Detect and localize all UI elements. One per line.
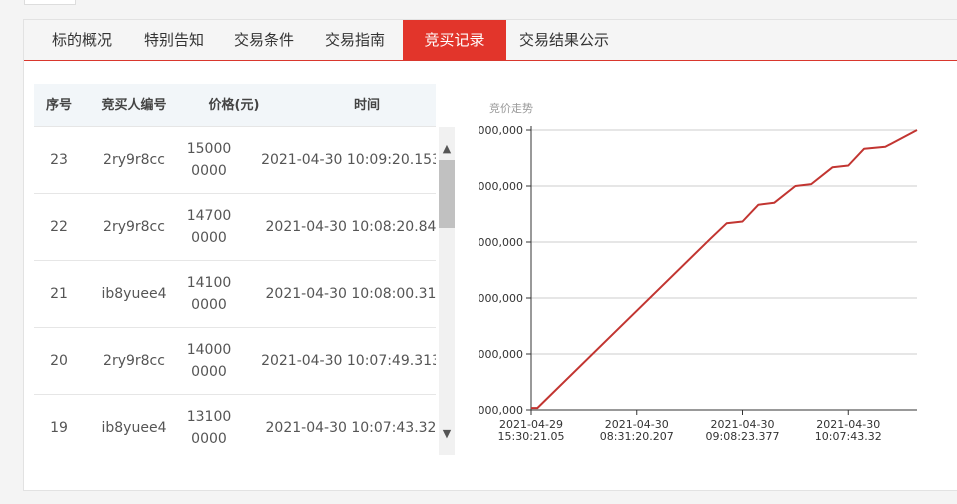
tab-trade-result[interactable]: 交易结果公示 bbox=[519, 20, 609, 60]
y-tick-label: 30,000,000 bbox=[479, 348, 523, 361]
cell-price: 141000000 bbox=[186, 275, 232, 313]
cell-no: 21 bbox=[50, 286, 68, 302]
y-tick-label: 60,000,000 bbox=[479, 292, 523, 305]
scroll-down-arrow-icon[interactable]: ▼ bbox=[439, 426, 455, 442]
y-tick-label: 1,000,000 bbox=[479, 404, 523, 417]
y-tick-label: 90,000,000 bbox=[479, 236, 523, 249]
y-tick-label: 150,000,000 bbox=[479, 124, 523, 137]
cell-price: 150000000 bbox=[186, 141, 232, 179]
x-tick-label: 10:07:43.32 bbox=[815, 430, 882, 443]
cell-no: 23 bbox=[50, 152, 68, 168]
bid-records-table: 序号 竞买人编号 价格(元) 时间 23 2ry9r8cc 150000000 … bbox=[34, 84, 455, 455]
cell-bidder: ib8yuee4 bbox=[101, 286, 167, 302]
series-line bbox=[531, 129, 918, 410]
tab-overview[interactable]: 标的概况 bbox=[52, 20, 112, 60]
cell-bidder: 2ry9r8cc bbox=[103, 353, 165, 369]
bid-trend-svg: 竞价走势 150,000,000 120,000,000 90,000,000 60,0… bbox=[453, 101, 918, 443]
cell-time: 2021-04-30 10:08:00.31 bbox=[265, 286, 436, 302]
table-row: 22 2ry9r8cc 147000000 2021-04-30 10:08:2… bbox=[34, 194, 436, 261]
y-tick-label: 120,000,000 bbox=[479, 180, 523, 193]
col-header-price: 价格(元) bbox=[208, 98, 260, 113]
cell-price: 140000000 bbox=[186, 342, 232, 380]
cell-bidder: 2ry9r8cc bbox=[103, 152, 165, 168]
cell-time: 2021-04-30 10:09:20.153 bbox=[261, 152, 436, 168]
scroll-up-arrow-icon[interactable]: ▲ bbox=[439, 141, 455, 157]
table-scrollbar[interactable]: ▲ ▼ bbox=[439, 127, 455, 455]
top-tab-stub bbox=[24, 0, 76, 5]
scrollbar-thumb[interactable] bbox=[439, 160, 455, 228]
cell-no: 22 bbox=[50, 219, 68, 235]
cell-time: 2021-04-30 10:07:43.32 bbox=[265, 420, 436, 436]
cell-bidder: ib8yuee4 bbox=[101, 420, 167, 436]
col-header-time: 时间 bbox=[353, 98, 380, 113]
cell-no: 19 bbox=[50, 420, 68, 436]
tab-trade-guide[interactable]: 交易指南 bbox=[325, 20, 385, 60]
col-header-bidder: 竞买人编号 bbox=[101, 98, 167, 113]
cell-bidder: 2ry9r8cc bbox=[103, 219, 165, 235]
x-tick-label: 08:31:20.207 bbox=[600, 430, 674, 443]
table-row: 20 2ry9r8cc 140000000 2021-04-30 10:07:4… bbox=[34, 328, 436, 395]
chart-title: 竞价走势 bbox=[489, 101, 533, 115]
tab-special-notice[interactable]: 特别告知 bbox=[144, 20, 204, 60]
auction-panel: 标的概况 特别告知 交易条件 交易指南 竞买记录 交易结果公示 序号 竞买人编号… bbox=[23, 19, 957, 491]
cell-time: 2021-04-30 10:07:49.313 bbox=[261, 353, 436, 369]
x-tick-label: 15:30:21.05 bbox=[498, 430, 565, 443]
x-tick-label: 09:08:23.377 bbox=[706, 430, 780, 443]
table-header: 序号 竞买人编号 价格(元) 时间 bbox=[34, 84, 436, 127]
cell-time: 2021-04-30 10:08:20.84 bbox=[265, 219, 436, 235]
table-row: 23 2ry9r8cc 150000000 2021-04-30 10:09:2… bbox=[34, 127, 436, 194]
table-row: 21 ib8yuee4 141000000 2021-04-30 10:08:0… bbox=[34, 261, 436, 328]
cell-price: 131000000 bbox=[186, 409, 232, 447]
bid-trend-chart: 竞价走势 150,000,000 120,000,000 90,000,000 60,0… bbox=[453, 98, 957, 478]
cell-no: 20 bbox=[50, 353, 68, 369]
tab-trade-conditions[interactable]: 交易条件 bbox=[234, 20, 294, 60]
tab-bar: 标的概况 特别告知 交易条件 交易指南 竞买记录 交易结果公示 bbox=[24, 20, 957, 61]
cell-price: 147000000 bbox=[186, 208, 232, 246]
table-body: 23 2ry9r8cc 150000000 2021-04-30 10:09:2… bbox=[34, 127, 436, 455]
table-row: 19 ib8yuee4 131000000 2021-04-30 10:07:4… bbox=[34, 395, 436, 455]
col-header-no: 序号 bbox=[45, 98, 72, 113]
tab-bid-records[interactable]: 竞买记录 bbox=[403, 20, 506, 60]
